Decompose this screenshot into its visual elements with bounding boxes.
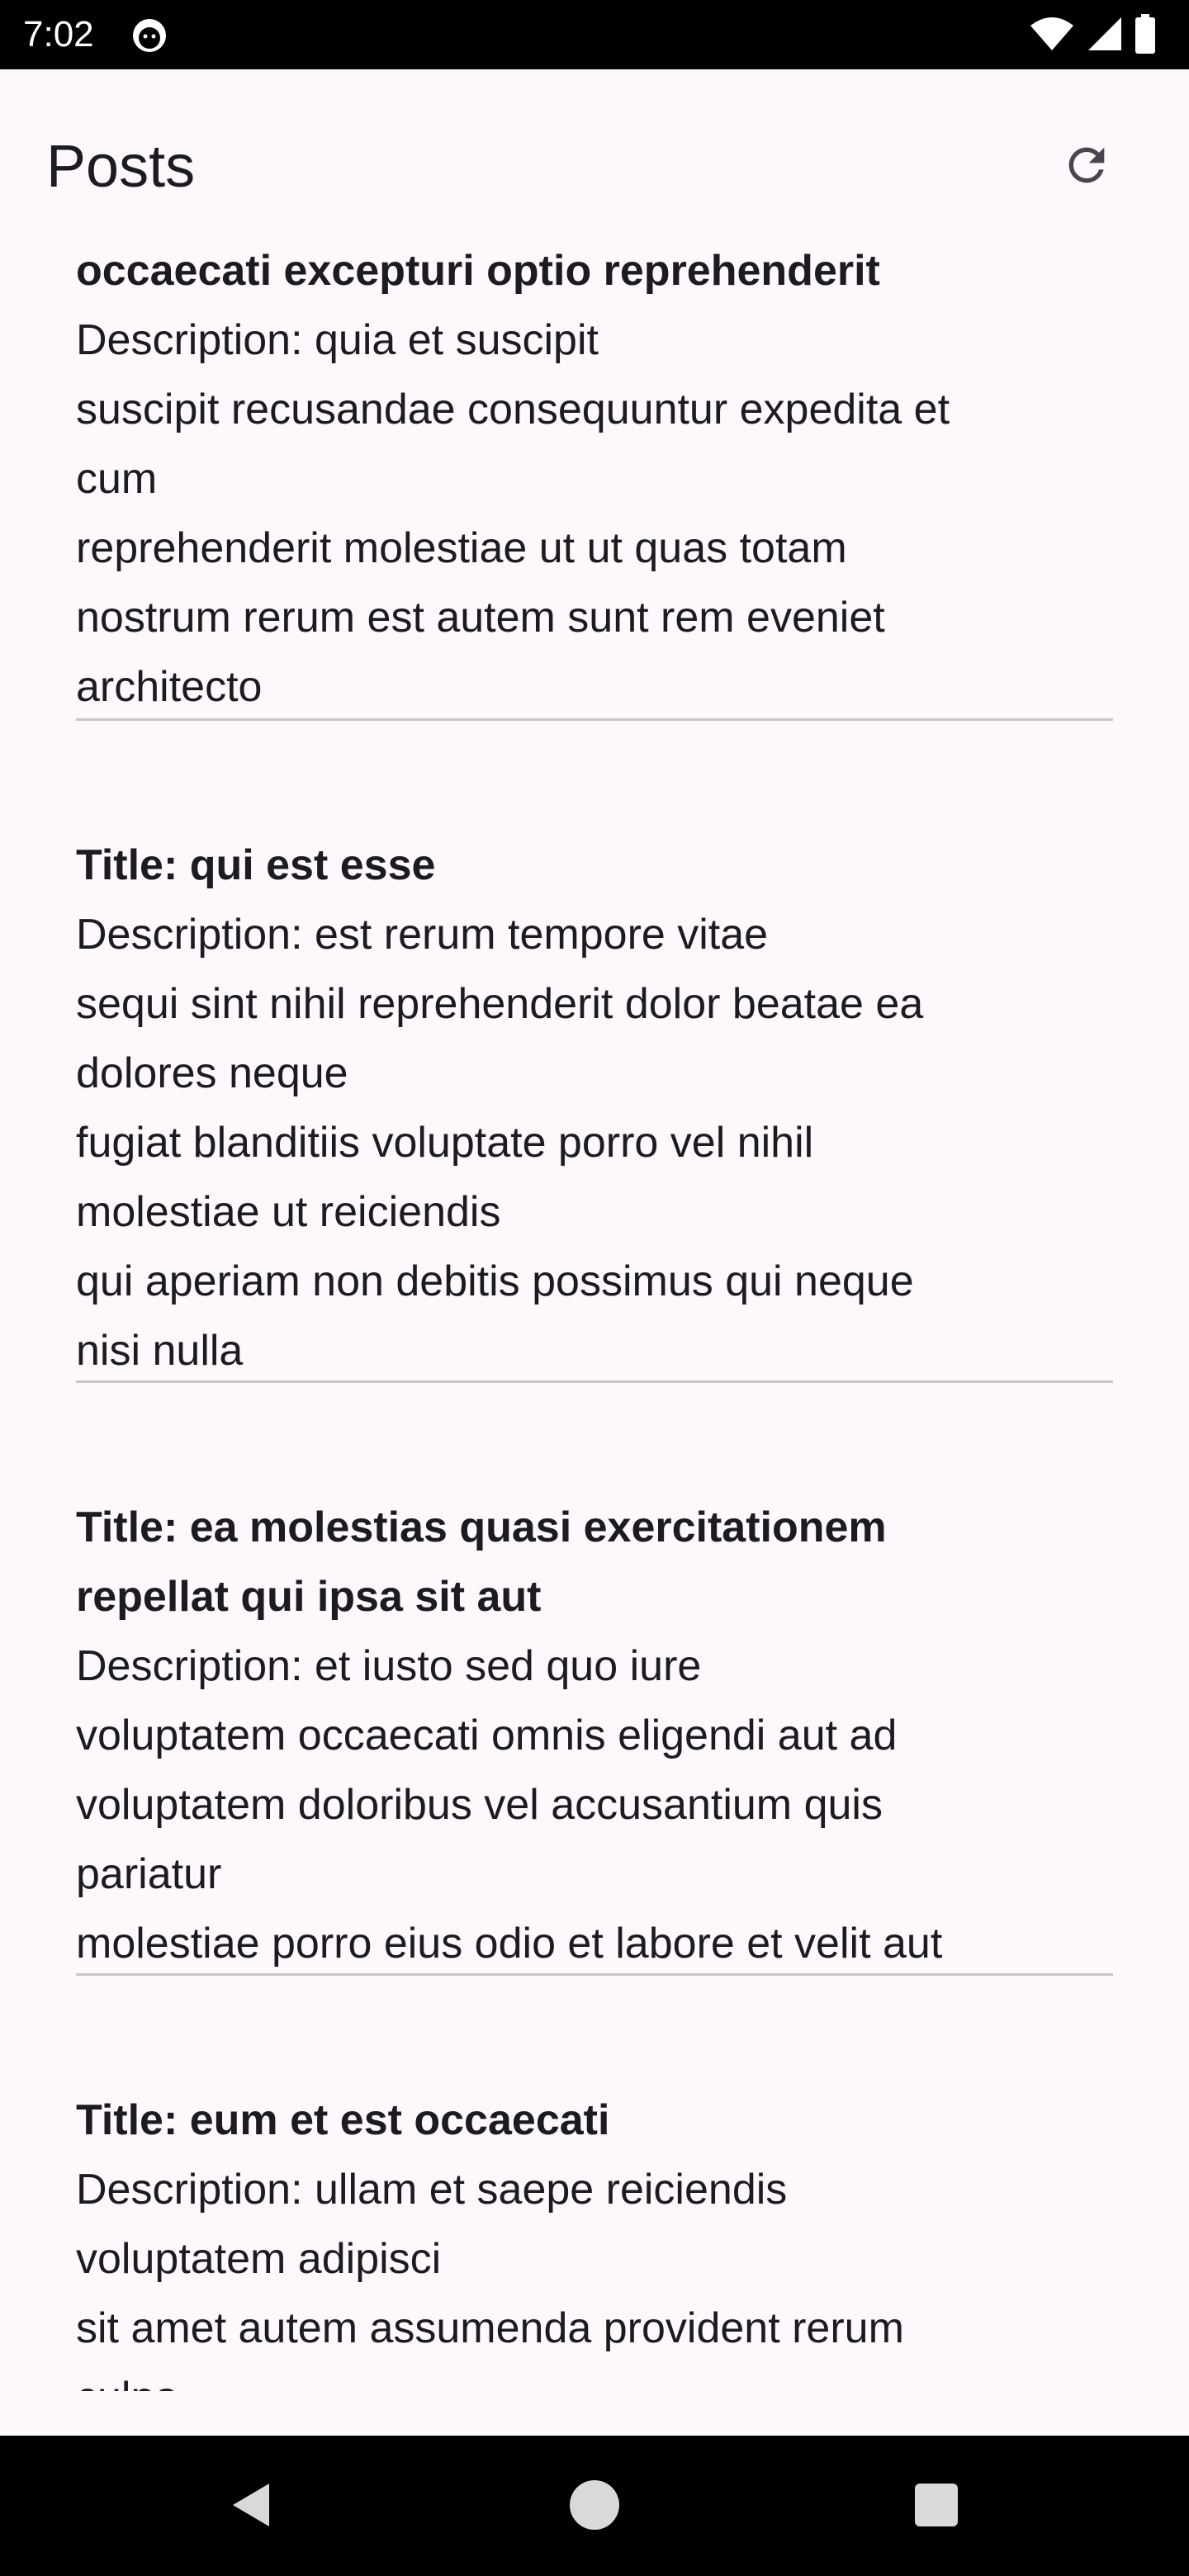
status-time: 7:02 — [23, 14, 94, 54]
post-divider — [76, 718, 1113, 721]
battery-icon — [1135, 13, 1156, 58]
post-title: occaecati excepturi optio reprehenderit — [76, 247, 880, 295]
refresh-button[interactable] — [1054, 134, 1120, 200]
post-title: Title: eum et est occaecati — [76, 2096, 610, 2144]
notification-cat-icon — [130, 17, 168, 54]
post-title: Title: qui est esse — [76, 841, 436, 889]
post-item[interactable]: Title: eum et est occaecati Description:… — [76, 2086, 1113, 2391]
wifi-icon — [1029, 16, 1075, 56]
top-app-bar: Posts — [0, 69, 1189, 259]
refresh-icon — [1060, 139, 1113, 196]
screen: 7:02 Posts occaecati excepturi optio rep… — [0, 0, 1189, 2576]
status-bar: 7:02 — [0, 0, 1189, 69]
post-description: Description: et iusto sed quo iure volup… — [76, 1642, 943, 1968]
post-description: Description: ullam et saepe reiciendis v… — [76, 2166, 904, 2391]
back-triangle-icon — [226, 2480, 276, 2534]
system-navigation-bar — [0, 2436, 1189, 2576]
recents-button[interactable] — [903, 2474, 969, 2540]
signal-icon — [1087, 16, 1123, 56]
home-circle-icon — [568, 2479, 621, 2536]
post-title: Title: ea molestias quasi exercitationem… — [76, 1503, 887, 1621]
post-description: Description: quia et suscipit suscipit r… — [76, 316, 950, 711]
post-divider — [76, 1380, 1113, 1383]
home-button[interactable] — [561, 2474, 628, 2540]
posts-list[interactable]: occaecati excepturi optio reprehenderit … — [0, 236, 1189, 2391]
page-title: Posts — [46, 134, 196, 200]
post-divider — [76, 1973, 1113, 1976]
recents-square-icon — [913, 2482, 959, 2532]
status-icons — [1029, 13, 1156, 58]
post-description: Description: est rerum tempore vitae seq… — [76, 911, 924, 1375]
post-item[interactable]: Title: qui est esse Description: est rer… — [76, 831, 1113, 1385]
post-item[interactable]: occaecati excepturi optio reprehenderit … — [76, 236, 1113, 722]
post-item[interactable]: Title: ea molestias quasi exercitationem… — [76, 1493, 1113, 1978]
back-button[interactable] — [218, 2474, 284, 2540]
